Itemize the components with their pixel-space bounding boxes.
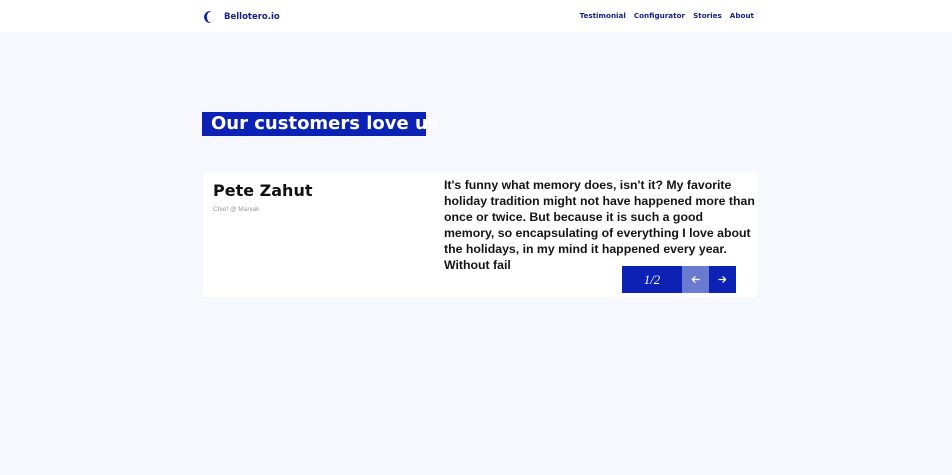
testimonial-author-role: Chief @ Maniak — [213, 206, 260, 213]
pagination-indicator: 1/2 — [622, 266, 682, 293]
page-headline: Our customers love us — [202, 112, 439, 136]
crescent-logo-icon — [204, 11, 212, 23]
next-button[interactable] — [709, 266, 736, 293]
nav-links: Testimonial Configurator Stories About — [580, 11, 754, 20]
nav-link-stories[interactable]: Stories — [693, 11, 722, 20]
arrow-right-icon — [718, 276, 727, 283]
testimonial-author-name: Pete Zahut — [213, 181, 313, 200]
nav-link-configurator[interactable]: Configurator — [634, 11, 685, 20]
nav-link-about[interactable]: About — [730, 11, 754, 20]
brand-name: Bellotero.io — [224, 12, 280, 22]
nav-link-testimonial[interactable]: Testimonial — [580, 11, 626, 20]
arrow-left-icon — [691, 276, 700, 283]
top-navbar: Bellotero.io Testimonial Configurator St… — [0, 0, 952, 32]
previous-button[interactable] — [682, 266, 709, 293]
brand[interactable]: Bellotero.io — [202, 9, 280, 25]
testimonial-quote: It's funny what memory does, isn't it? M… — [444, 178, 755, 272]
testimonial-card: Pete Zahut Chief @ Maniak It's funny wha… — [203, 173, 758, 297]
